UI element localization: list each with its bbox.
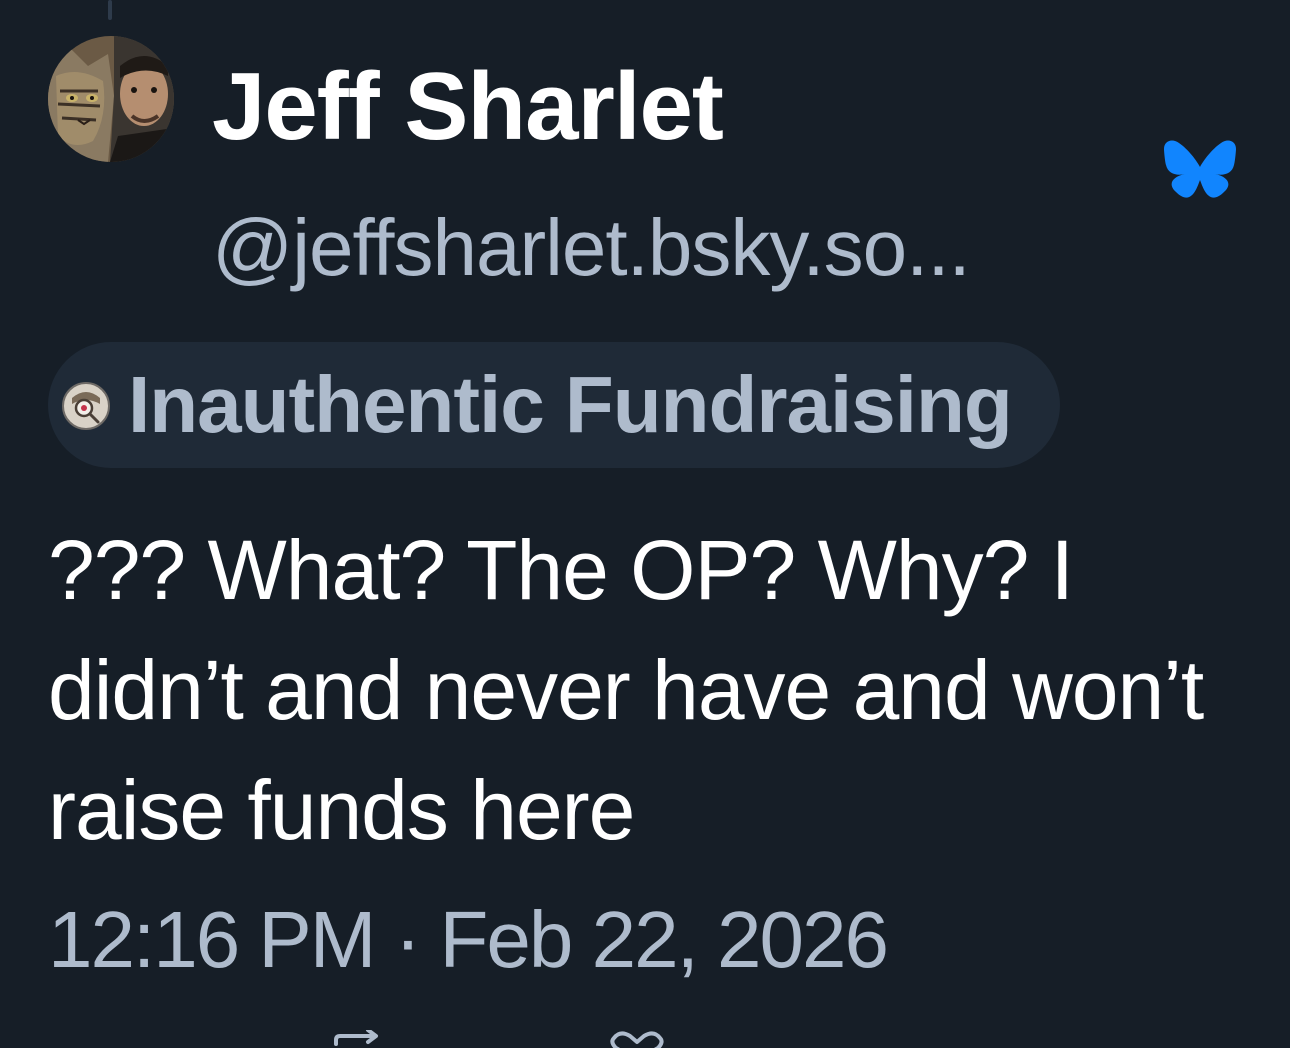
author-avatar[interactable] xyxy=(48,36,174,162)
thread-connector-line xyxy=(108,0,112,20)
post-timestamp[interactable]: 12:16 PM · Feb 22, 2026 xyxy=(48,890,889,990)
magnifier-character-icon xyxy=(62,382,110,430)
post-body-text: ??? What? The OP? Why? I didn’t and neve… xyxy=(48,523,1204,857)
butterfly-icon xyxy=(1164,140,1236,198)
moderation-label-chip[interactable]: Inauthentic Fundraising xyxy=(48,342,1060,468)
moderation-label-text: Inauthentic Fundraising xyxy=(128,360,1013,449)
author-display-name[interactable]: Jeff Sharlet xyxy=(212,52,724,162)
author-handle[interactable]: @jeffsharlet.bsky.so... xyxy=(212,200,971,296)
like-icon[interactable] xyxy=(608,1030,666,1048)
repost-icon[interactable] xyxy=(330,1030,384,1048)
post-action-bar xyxy=(0,1030,1290,1048)
